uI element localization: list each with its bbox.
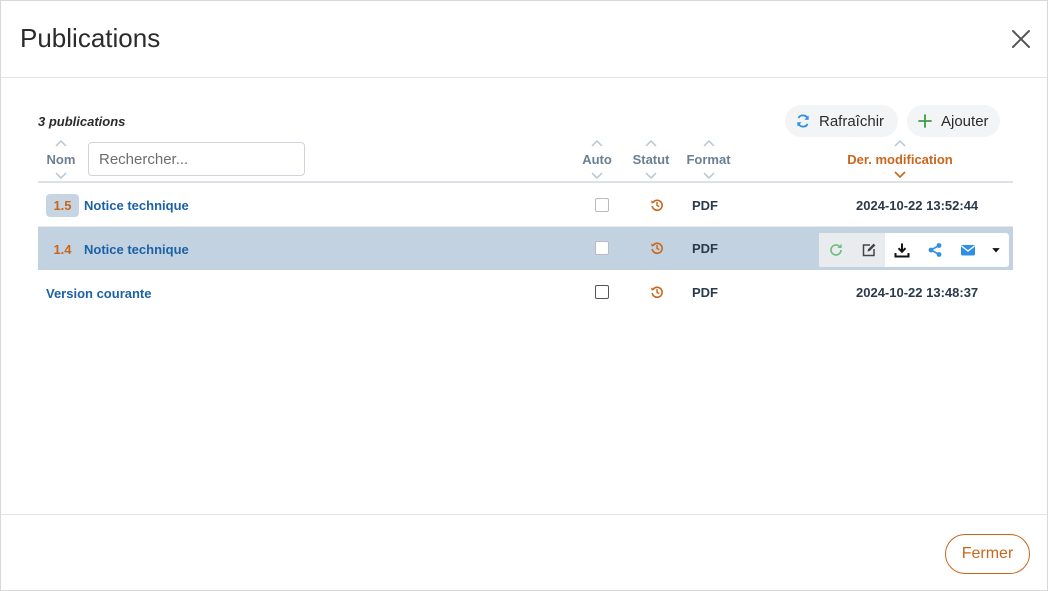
close-dialog-button[interactable]: Fermer <box>945 534 1030 574</box>
column-header-modified[interactable]: Der. modification <box>839 152 961 167</box>
search-input[interactable] <box>88 142 305 176</box>
column-header-auto[interactable]: Auto <box>576 152 618 167</box>
column-header-name[interactable]: Nom <box>41 152 81 167</box>
refresh-button[interactable]: Rafraîchir <box>785 105 898 137</box>
edit-icon <box>862 243 875 257</box>
modified-date: 2024-10-22 13:52:44 <box>856 198 979 213</box>
email-icon <box>960 245 975 256</box>
dialog-header: Publications <box>1 1 1047 78</box>
column-header-status[interactable]: Statut <box>627 152 675 167</box>
download-icon <box>894 243 909 258</box>
share-icon <box>928 243 941 257</box>
publication-count: 3 publications <box>38 114 126 129</box>
publication-name-link[interactable]: Version courante <box>46 286 151 301</box>
auto-checkbox[interactable] <box>595 198 609 212</box>
sort-name-desc-icon[interactable] <box>55 172 67 179</box>
history-icon <box>650 241 664 255</box>
more-actions-button[interactable] <box>984 233 1008 267</box>
sort-name-asc-icon[interactable] <box>55 140 67 147</box>
refresh-button-label: Rafraîchir <box>819 112 885 130</box>
row-action-toolbar <box>819 233 1009 267</box>
format-label: PDF <box>692 198 718 213</box>
share-button[interactable] <box>918 233 951 267</box>
sort-auto-asc-icon[interactable] <box>591 140 603 147</box>
regenerate-button[interactable] <box>819 233 852 267</box>
caret-down-icon <box>992 248 1000 253</box>
sort-auto-desc-icon[interactable] <box>591 172 603 179</box>
refresh-icon <box>797 114 809 128</box>
table-row[interactable]: Version courante PDF 2024-10-22 13:48:37 <box>38 271 1013 314</box>
dialog-title: Publications <box>20 23 161 53</box>
edit-button[interactable] <box>852 233 885 267</box>
regenerate-icon <box>829 243 842 256</box>
auto-checkbox[interactable] <box>595 285 609 299</box>
plus-icon <box>918 114 932 128</box>
download-button[interactable] <box>885 233 918 267</box>
version-badge: 1.5 <box>46 194 79 217</box>
auto-checkbox[interactable] <box>595 241 609 255</box>
publications-dialog: Publications 3 publications Rafraîchir A… <box>0 0 1048 591</box>
close-icon <box>1012 30 1030 48</box>
add-button-label: Ajouter <box>941 112 989 130</box>
footer-divider <box>1 514 1047 515</box>
close-button[interactable] <box>1009 27 1033 51</box>
history-icon <box>650 198 664 212</box>
publication-name-link[interactable]: Notice technique <box>84 198 189 213</box>
format-label: PDF <box>692 241 718 256</box>
sort-format-desc-icon[interactable] <box>703 172 715 179</box>
sort-status-desc-icon[interactable] <box>645 172 657 179</box>
sort-format-asc-icon[interactable] <box>703 140 715 147</box>
column-header-format[interactable]: Format <box>681 152 736 167</box>
format-label: PDF <box>692 285 718 300</box>
publication-name-link[interactable]: Notice technique <box>84 242 189 257</box>
history-icon <box>650 285 664 299</box>
modified-date: 2024-10-22 13:48:37 <box>856 285 979 300</box>
sort-modified-desc-icon[interactable] <box>894 171 906 178</box>
sort-modified-asc-icon[interactable] <box>894 140 906 147</box>
sort-status-asc-icon[interactable] <box>645 140 657 147</box>
version-badge: 1.4 <box>53 242 72 257</box>
email-button[interactable] <box>951 233 984 267</box>
table-row[interactable]: 1.5 Notice technique PDF 2024-10-22 13:5… <box>38 183 1013 226</box>
add-button[interactable]: Ajouter <box>907 105 1000 137</box>
